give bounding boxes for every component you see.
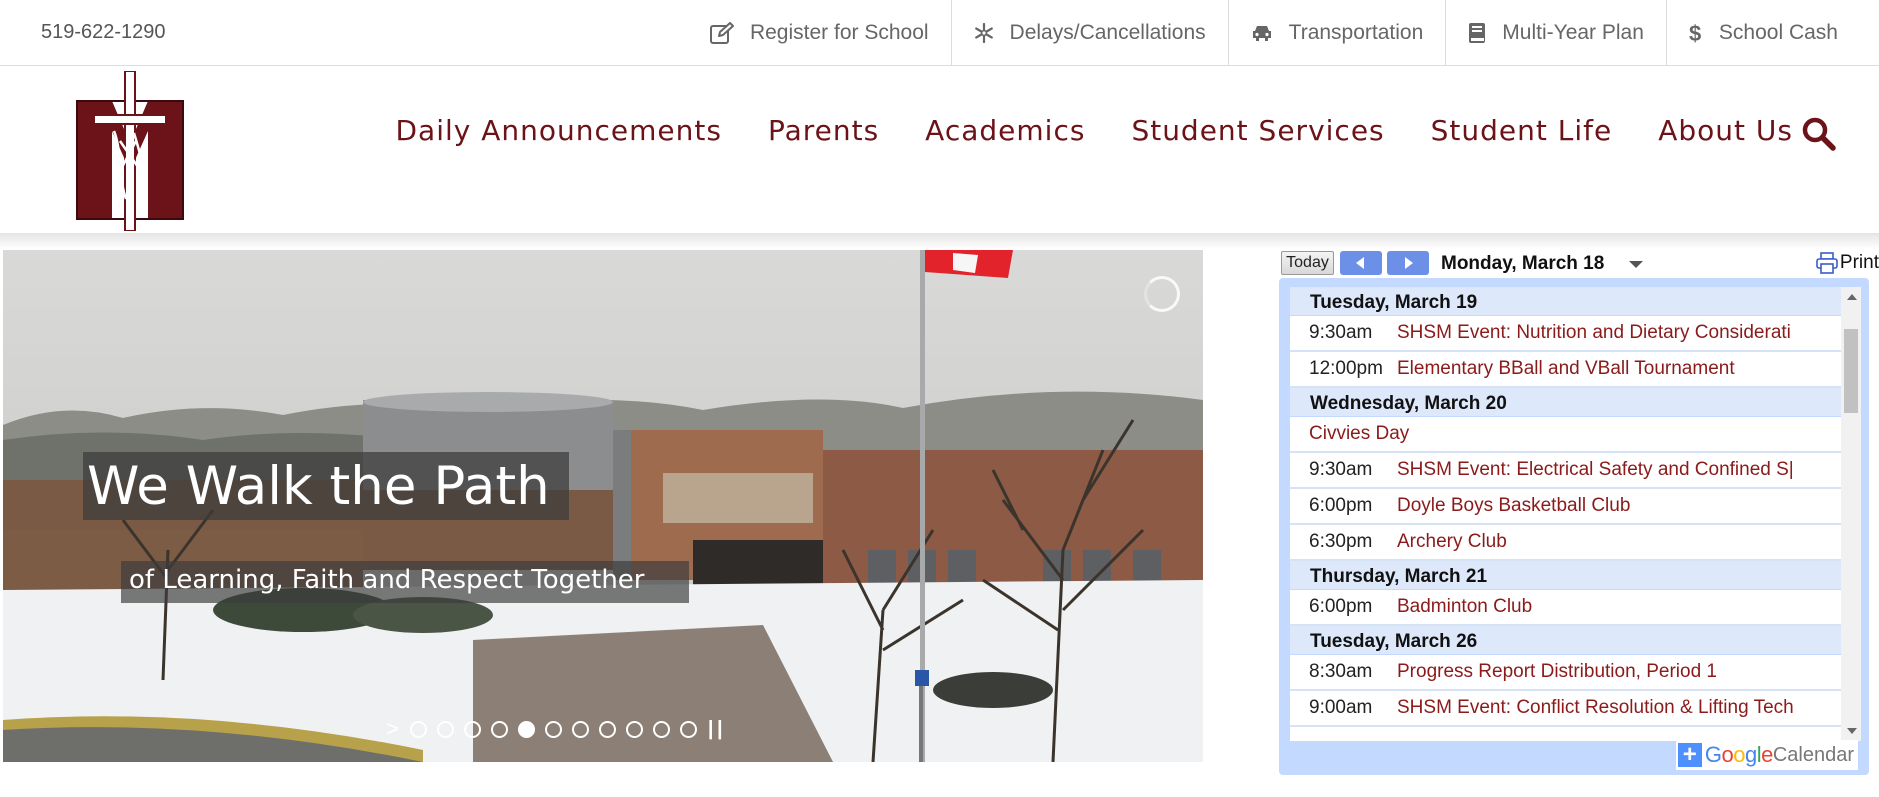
slide-timer-icon[interactable] bbox=[1144, 276, 1180, 312]
slide-next-icon[interactable]: > bbox=[386, 716, 399, 742]
delays-cancellations-link[interactable]: Delays/Cancellations bbox=[950, 0, 1228, 66]
scroll-up-icon[interactable] bbox=[1847, 294, 1857, 300]
calendar-scrollbar[interactable] bbox=[1841, 287, 1861, 741]
school-cash-label: School Cash bbox=[1718, 21, 1838, 44]
register-for-school-link[interactable]: Register for School bbox=[688, 0, 951, 66]
add-to-google-calendar-button[interactable]: + Google Calendar bbox=[1675, 740, 1858, 770]
nav-daily-announcements[interactable]: Daily Announcements bbox=[395, 114, 721, 147]
scroll-down-icon[interactable] bbox=[1847, 728, 1857, 734]
calendar-current-date[interactable]: Monday, March 18 bbox=[1441, 253, 1604, 275]
multi-year-plan-label: Multi-Year Plan bbox=[1502, 21, 1644, 44]
calendar-event[interactable]: 6:00pm Badminton Club bbox=[1290, 590, 1841, 626]
event-title[interactable]: Elementary BBall and VBall Tournament bbox=[1397, 358, 1735, 380]
calendar-event[interactable]: 6:00pm Doyle Boys Basketball Club bbox=[1290, 489, 1841, 525]
calendar-print-button[interactable]: Print bbox=[1816, 252, 1879, 274]
utility-bar: 519-622-1290 Register for School Delays/… bbox=[0, 0, 1879, 66]
slide-pause-icon[interactable]: | | bbox=[708, 718, 723, 741]
event-title[interactable]: SHSM Event: Conflict Resolution & Liftin… bbox=[1397, 697, 1794, 719]
school-cash-link[interactable]: $ School Cash bbox=[1665, 0, 1860, 66]
phone-number: 519-622-1290 bbox=[41, 21, 166, 43]
snowflake-icon bbox=[974, 23, 993, 43]
chevron-down-icon[interactable] bbox=[1629, 261, 1643, 268]
calendar-event[interactable]: 9:00am SHSM Event: Conflict Resolution &… bbox=[1290, 691, 1841, 727]
google-calendar-label: Calendar bbox=[1772, 743, 1854, 766]
hero-slider[interactable]: We Walk the Path of Learning, Faith and … bbox=[3, 250, 1203, 762]
event-title[interactable]: Civvies Day bbox=[1309, 423, 1409, 445]
event-title[interactable]: SHSM Event: Nutrition and Dietary Consid… bbox=[1397, 322, 1791, 344]
utility-links: Register for School Delays/Cancellations… bbox=[688, 0, 1860, 66]
slide-dot[interactable] bbox=[625, 720, 643, 738]
nav-parents[interactable]: Parents bbox=[768, 114, 879, 147]
calendar-day-heading: Tuesday, March 19 bbox=[1290, 287, 1841, 316]
calendar-event-allday[interactable]: Civvies Day bbox=[1290, 417, 1841, 453]
printer-icon bbox=[1816, 252, 1838, 274]
google-logo: Google bbox=[1704, 742, 1774, 767]
event-time: 8:30am bbox=[1309, 661, 1373, 682]
slide-dot[interactable] bbox=[571, 720, 589, 738]
main-nav: Daily Announcements Parents Academics St… bbox=[395, 114, 1793, 147]
calendar-event[interactable]: 9:30am SHSM Event: Nutrition and Dietary… bbox=[1290, 316, 1841, 352]
calendar-event-list[interactable]: Tuesday, March 19 9:30am SHSM Event: Nut… bbox=[1290, 287, 1841, 741]
event-time: 6:30pm bbox=[1309, 531, 1373, 552]
slide-dot[interactable] bbox=[463, 720, 481, 738]
multi-year-plan-link[interactable]: Multi-Year Plan bbox=[1445, 0, 1666, 66]
event-title[interactable]: Archery Club bbox=[1397, 531, 1507, 553]
event-title[interactable]: Badminton Club bbox=[1397, 596, 1532, 618]
slide-dot[interactable] bbox=[544, 720, 562, 738]
plus-icon: + bbox=[1677, 743, 1702, 767]
main-header: Daily Announcements Parents Academics St… bbox=[0, 66, 1879, 233]
calendar-day-heading: Wednesday, March 20 bbox=[1290, 388, 1841, 417]
slide-dot[interactable] bbox=[436, 720, 454, 738]
transportation-link[interactable]: Transportation bbox=[1227, 0, 1446, 66]
calendar-prev-button[interactable] bbox=[1340, 251, 1382, 275]
calendar-event[interactable]: 6:30pm Archery Club bbox=[1290, 525, 1841, 561]
scrollbar-thumb[interactable] bbox=[1844, 329, 1858, 413]
calendar-print-label: Print bbox=[1839, 252, 1879, 273]
delays-cancellations-label: Delays/Cancellations bbox=[1009, 21, 1206, 44]
calendar-day-heading: Tuesday, March 26 bbox=[1290, 626, 1841, 655]
event-title[interactable]: Progress Report Distribution, Period 1 bbox=[1397, 661, 1717, 683]
slide-dot[interactable] bbox=[490, 720, 508, 738]
slider-controls: > | | bbox=[386, 716, 723, 742]
nav-student-life[interactable]: Student Life bbox=[1431, 114, 1613, 147]
event-title[interactable]: SHSM Event: Electrical Safety and Confin… bbox=[1397, 459, 1794, 481]
event-time: 9:30am bbox=[1309, 322, 1373, 343]
event-time: 12:00pm bbox=[1309, 358, 1383, 379]
slide-dot[interactable] bbox=[598, 720, 616, 738]
calendar-day-heading: Thursday, March 21 bbox=[1290, 561, 1841, 590]
slide-dot[interactable] bbox=[679, 720, 697, 738]
calendar-event[interactable]: 12:00pm Elementary BBall and VBall Tourn… bbox=[1290, 352, 1841, 388]
nav-academics[interactable]: Academics bbox=[925, 114, 1085, 147]
calendar-next-button[interactable] bbox=[1387, 251, 1429, 275]
search-icon[interactable] bbox=[1801, 116, 1837, 152]
event-time: 6:00pm bbox=[1309, 596, 1373, 617]
transportation-label: Transportation bbox=[1288, 21, 1424, 44]
event-time: 9:30am bbox=[1309, 459, 1373, 480]
slide-dot[interactable] bbox=[652, 720, 670, 738]
calendar-toolbar: Today Monday, March 18 Print bbox=[1281, 250, 1879, 278]
hero-subtitle: of Learning, Faith and Respect Together bbox=[129, 565, 645, 595]
hero-title: We Walk the Path bbox=[87, 456, 550, 517]
edit-icon bbox=[709, 22, 734, 44]
event-title[interactable]: Doyle Boys Basketball Club bbox=[1397, 495, 1630, 517]
header-divider bbox=[0, 233, 1879, 249]
event-time: 9:00am bbox=[1309, 697, 1373, 718]
event-time: 6:00pm bbox=[1309, 495, 1373, 516]
calendar-today-button[interactable]: Today bbox=[1281, 251, 1334, 275]
svg-text:$: $ bbox=[1689, 21, 1701, 45]
nav-about-us[interactable]: About Us bbox=[1658, 114, 1793, 147]
dollar-icon: $ bbox=[1689, 21, 1701, 45]
calendar-agenda: Tuesday, March 19 9:30am SHSM Event: Nut… bbox=[1279, 278, 1869, 775]
slide-dot[interactable] bbox=[409, 720, 427, 738]
book-icon bbox=[1469, 23, 1486, 43]
calendar-event[interactable]: 8:30am Progress Report Distribution, Per… bbox=[1290, 655, 1841, 691]
nav-student-services[interactable]: Student Services bbox=[1131, 114, 1384, 147]
slide-dot-active[interactable] bbox=[517, 720, 535, 738]
register-for-school-label: Register for School bbox=[749, 21, 929, 44]
calendar-event[interactable]: 9:30am SHSM Event: Electrical Safety and… bbox=[1290, 453, 1841, 489]
car-icon bbox=[1252, 26, 1271, 41]
school-logo[interactable] bbox=[74, 71, 186, 231]
